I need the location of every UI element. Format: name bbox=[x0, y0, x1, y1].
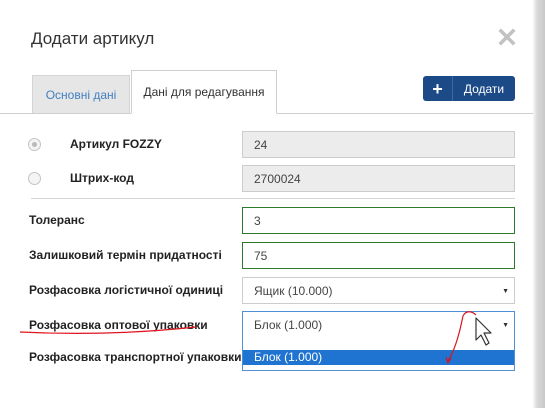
dropdown-option[interactable]: Блок (1.000) bbox=[243, 350, 514, 365]
wholesale-pack-select[interactable]: Блок (1.000) ▼ bbox=[242, 311, 515, 338]
plus-icon: + bbox=[423, 76, 453, 101]
transport-pack-label: Розфасовка транспортної упаковки bbox=[29, 350, 242, 364]
wholesale-pack-value: Блок (1.000) bbox=[254, 317, 323, 332]
close-icon[interactable] bbox=[498, 28, 516, 46]
wholesale-pack-label: Розфасовка оптової упаковки bbox=[29, 318, 208, 332]
tolerance-label: Толеранс bbox=[29, 213, 85, 227]
add-article-dialog: Додати артикул Основні дані Дані для ред… bbox=[0, 0, 533, 408]
shelf-life-label: Залишковий термін придатності bbox=[29, 248, 222, 262]
shelf-life-input[interactable]: 75 bbox=[242, 242, 515, 269]
add-button-label: Додати bbox=[463, 81, 505, 96]
barcode-label: Штрих-код bbox=[70, 171, 134, 185]
logistic-pack-label: Розфасовка логістичної одиниці bbox=[29, 283, 224, 297]
tab-edit-data[interactable]: Дані для редагування bbox=[131, 70, 277, 114]
chevron-down-icon: ▼ bbox=[502, 322, 509, 329]
chevron-down-icon: ▼ bbox=[502, 288, 509, 295]
barcode-field: 2700024 bbox=[242, 165, 515, 192]
wholesale-pack-dropdown: Блок (1.000) bbox=[242, 336, 515, 371]
logistic-pack-value: Ящик (10.000) bbox=[254, 283, 333, 298]
logistic-pack-select[interactable]: Ящик (10.000) ▼ bbox=[242, 277, 515, 304]
dialog-title: Додати артикул bbox=[31, 29, 155, 48]
shelf-life-value: 75 bbox=[254, 248, 268, 263]
section-divider bbox=[31, 198, 515, 199]
tolerance-input[interactable]: 3 bbox=[242, 207, 515, 234]
modal-shadow bbox=[532, 0, 545, 408]
article-value: 24 bbox=[254, 137, 268, 152]
add-button[interactable]: + Додати bbox=[423, 76, 515, 101]
barcode-value: 2700024 bbox=[254, 171, 301, 186]
tab-main-data[interactable]: Основні дані bbox=[32, 75, 130, 113]
barcode-radio[interactable] bbox=[28, 172, 41, 185]
article-radio[interactable] bbox=[28, 138, 41, 151]
article-field: 24 bbox=[242, 131, 515, 158]
tolerance-value: 3 bbox=[254, 213, 261, 228]
article-label: Артикул FOZZY bbox=[70, 137, 162, 151]
